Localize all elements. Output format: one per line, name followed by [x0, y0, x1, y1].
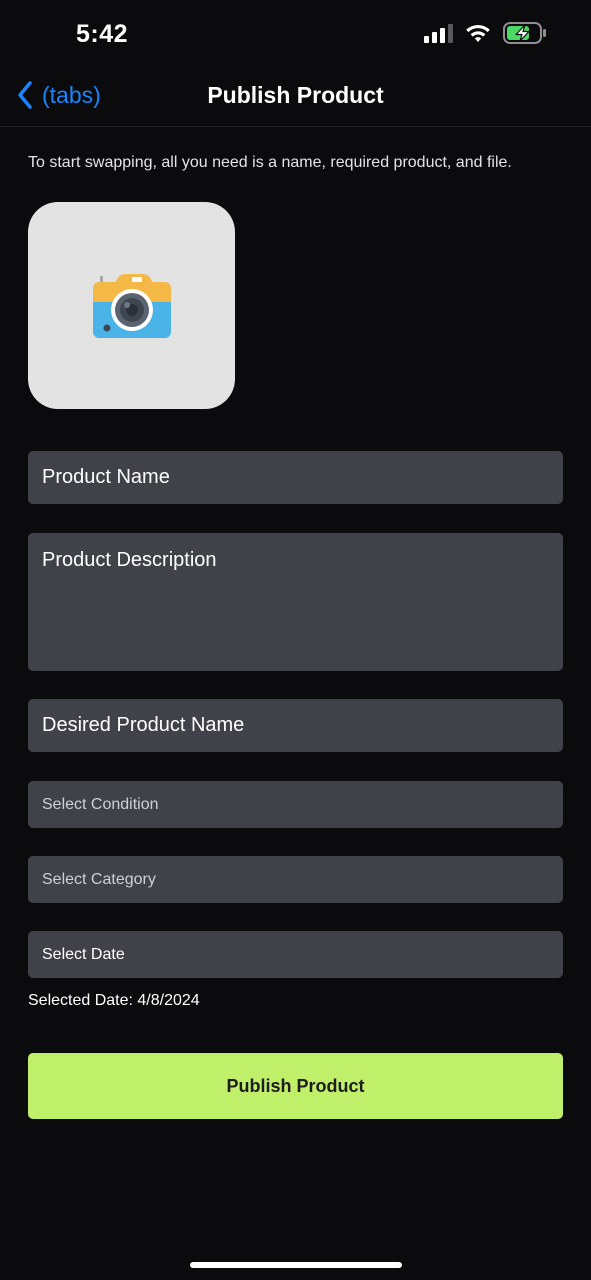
wifi-icon: [466, 24, 490, 42]
image-picker-button[interactable]: [28, 202, 235, 409]
cellular-signal-icon: [424, 23, 453, 43]
select-condition-dropdown[interactable]: Select Condition: [28, 781, 563, 828]
camera-icon: [92, 273, 171, 338]
select-date-label: Select Date: [42, 945, 125, 963]
select-category-dropdown[interactable]: Select Category: [28, 856, 563, 903]
select-date-button[interactable]: Select Date: [28, 931, 563, 978]
page-title: Publish Product: [207, 82, 384, 108]
publish-product-button[interactable]: Publish Product: [28, 1053, 563, 1119]
status-icons: [424, 22, 547, 44]
selected-date-text: Selected Date: 4/8/2024: [28, 992, 200, 1009]
home-indicator: [190, 1262, 402, 1268]
status-time: 5:42: [76, 20, 129, 48]
battery-charging-icon: [503, 22, 546, 44]
intro-text: To start swapping, all you need is a nam…: [28, 154, 512, 171]
product-description-input[interactable]: [28, 533, 563, 671]
select-category-label: Select Category: [42, 870, 156, 888]
nav-bar: (tabs) Publish Product: [0, 70, 591, 127]
product-name-input[interactable]: [28, 451, 563, 504]
select-condition-label: Select Condition: [42, 795, 159, 813]
status-bar: 5:42: [0, 0, 591, 70]
desired-product-name-input[interactable]: [28, 699, 563, 752]
